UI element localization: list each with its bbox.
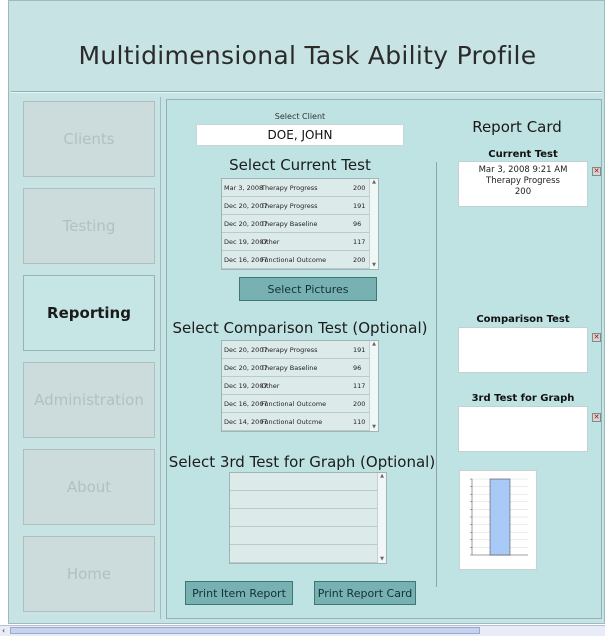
list-item[interactable]: Dec 19, 2007 Other 117 <box>222 233 378 251</box>
reporting-panel: Select Client DOE, JOHN Select Current T… <box>166 99 602 619</box>
list-item[interactable]: Dec 19, 2007 Other 117 <box>222 377 378 395</box>
list-item[interactable] <box>230 527 386 545</box>
third-test-label: 3rd Test for Graph <box>471 393 575 404</box>
header-divider <box>11 91 602 93</box>
current-test-box: Mar 3, 2008 9:21 AM Therapy Progress 200 <box>458 161 588 207</box>
current-test-datetime: Mar 3, 2008 9:21 AM <box>478 165 568 175</box>
list-item[interactable]: Mar 3, 2008 Therapy Progress 200 <box>222 179 378 197</box>
report-card-title: Report Card <box>472 118 562 136</box>
third-test-list[interactable]: ▲ ▼ <box>229 472 387 564</box>
nav-testing-button[interactable]: Testing <box>23 188 155 264</box>
scrollbar[interactable]: ▲ ▼ <box>377 473 386 563</box>
current-test-list[interactable]: Mar 3, 2008 Therapy Progress 200 Dec 20, 2… <box>221 178 379 270</box>
client-select[interactable]: DOE, JOHN <box>196 124 404 146</box>
comparison-test-title: Select Comparison Test (Optional) <box>172 319 428 337</box>
third-test-title: Select 3rd Test for Graph (Optional) <box>168 453 436 471</box>
scroll-up-icon[interactable]: ▲ <box>370 341 378 348</box>
nav-reporting-button[interactable]: Reporting <box>23 275 155 351</box>
list-item[interactable]: Dec 16, 2007 Functional Outcome 200 <box>222 251 378 269</box>
list-item[interactable]: Dec 20, 2007 Therapy Baseline 96 <box>222 215 378 233</box>
scrollbar-thumb[interactable] <box>10 627 480 634</box>
list-item[interactable]: Dec 16, 2007 Functional Outcome 200 <box>222 395 378 413</box>
current-test-type: Therapy Progress <box>486 176 560 186</box>
current-test-label: Current Test <box>488 149 558 160</box>
nav-about-button[interactable]: About <box>23 449 155 525</box>
scroll-down-icon[interactable]: ▼ <box>370 262 378 269</box>
panel-divider <box>436 162 437 587</box>
print-item-report-button[interactable]: Print Item Report <box>185 581 293 605</box>
nav-separator <box>160 97 161 619</box>
third-test-box <box>458 406 588 452</box>
scroll-left-icon[interactable]: ‹ <box>2 626 5 635</box>
list-item[interactable]: Dec 20, 2007 Therapy Baseline 96 <box>222 359 378 377</box>
app-title: Multidimensional Task Ability Profile <box>78 41 537 70</box>
scrollbar[interactable]: ▲ ▼ <box>369 341 378 431</box>
nav-clients-button[interactable]: Clients <box>23 101 155 177</box>
graph-bar <box>489 478 511 556</box>
scroll-down-icon[interactable]: ▼ <box>378 556 386 563</box>
remove-current-test-icon[interactable]: ✕ <box>592 167 601 176</box>
current-test-title: Select Current Test <box>229 156 371 174</box>
select-client-label: Select Client <box>274 112 326 121</box>
remove-third-test-icon[interactable]: ✕ <box>592 413 601 422</box>
scroll-up-icon[interactable]: ▲ <box>378 473 386 480</box>
list-item[interactable] <box>230 491 386 509</box>
list-item[interactable] <box>230 509 386 527</box>
scroll-up-icon[interactable]: ▲ <box>370 179 378 186</box>
comparison-test-box <box>458 327 588 373</box>
horizontal-scrollbar[interactable]: ‹ <box>0 625 605 636</box>
comparison-test-label: Comparison Test <box>476 314 570 325</box>
scrollbar[interactable]: ▲ ▼ <box>369 179 378 269</box>
nav-home-button[interactable]: Home <box>23 536 155 612</box>
list-item[interactable] <box>230 473 386 491</box>
list-item[interactable] <box>230 545 386 563</box>
comparison-test-list[interactable]: Dec 20, 2007 Therapy Progress 191 Dec 20, … <box>221 340 379 432</box>
current-test-score: 200 <box>514 187 532 197</box>
report-graph-thumbnail <box>459 470 537 570</box>
list-item[interactable]: Dec 20, 2007 Therapy Progress 191 <box>222 341 378 359</box>
app-window: Multidimensional Task Ability Profile Cl… <box>8 0 605 624</box>
list-item[interactable]: Dec 14, 2007 Functional Outcme 110 <box>222 413 378 431</box>
select-pictures-button[interactable]: Select Pictures <box>239 277 377 301</box>
list-item[interactable]: Dec 20, 2007 Therapy Progress 191 <box>222 197 378 215</box>
nav-administration-button[interactable]: Administration <box>23 362 155 438</box>
scroll-down-icon[interactable]: ▼ <box>370 424 378 431</box>
remove-comparison-test-icon[interactable]: ✕ <box>592 333 601 342</box>
report-graph <box>470 478 528 556</box>
print-report-card-button[interactable]: Print Report Card <box>314 581 416 605</box>
